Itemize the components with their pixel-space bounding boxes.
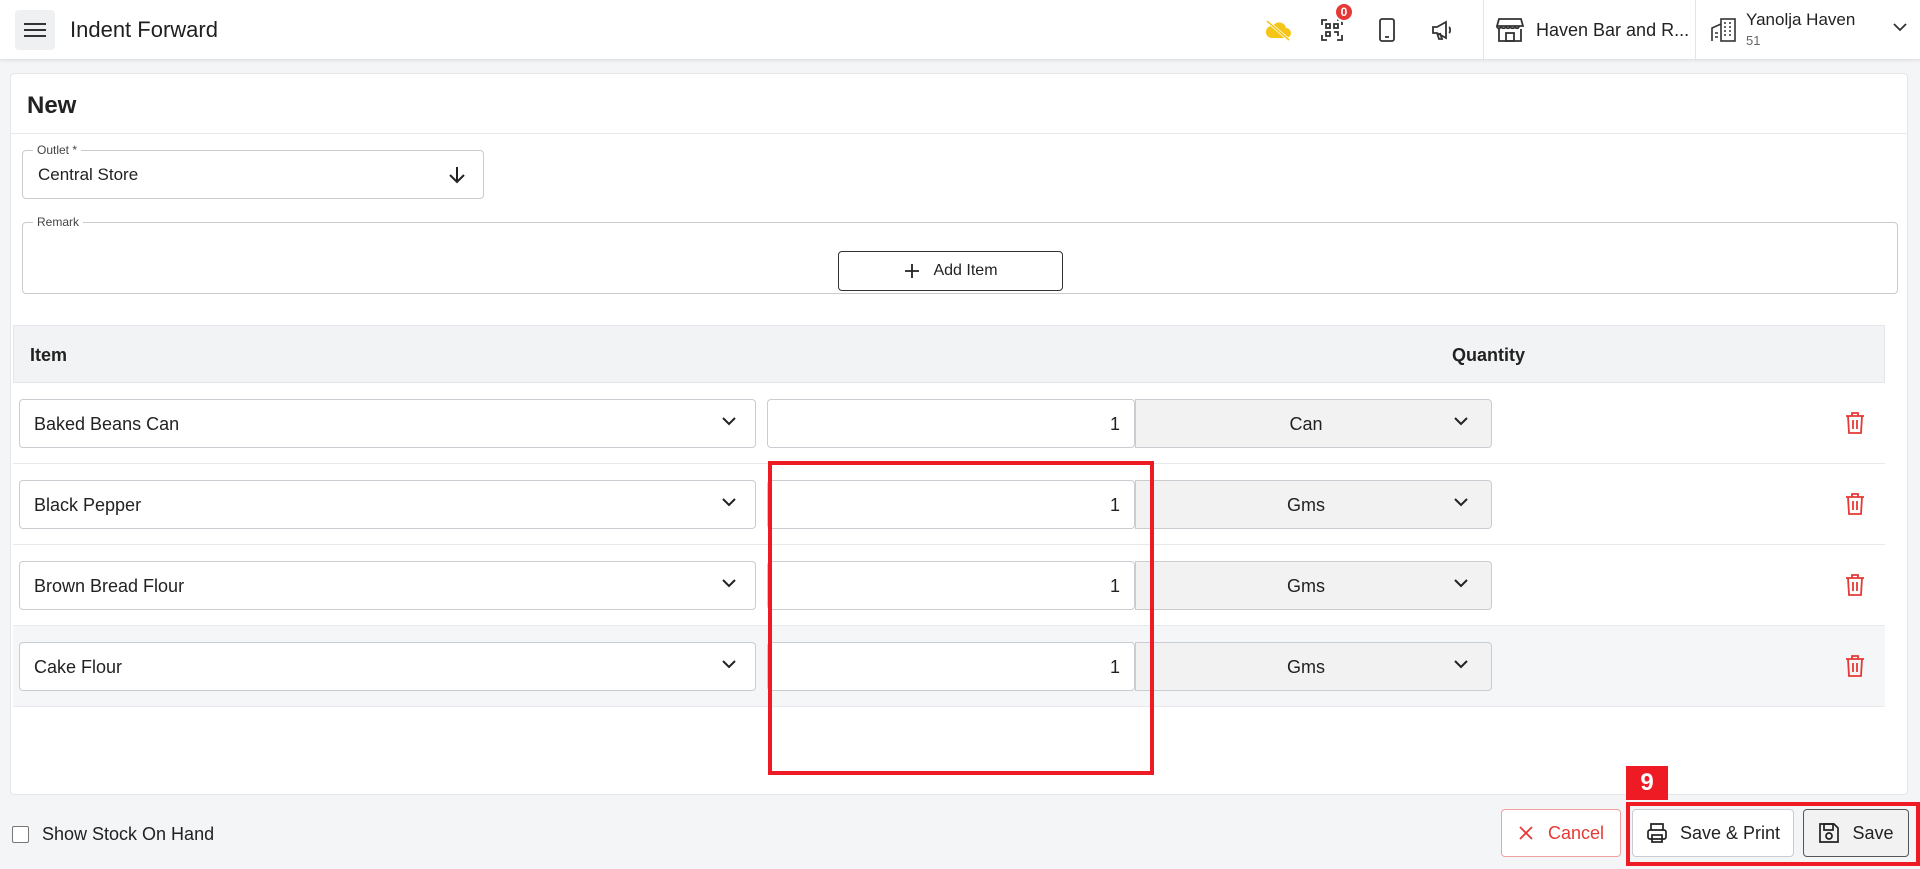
building-icon [1711,18,1736,42]
show-stock-checkbox[interactable] [12,826,29,843]
top-bar: Indent Forward 0 Haven Bar and R... Yano… [0,0,1920,60]
chevron-down-icon [1454,498,1468,507]
items-table: Item Quantity Baked Beans Can 1 Can Blac… [13,325,1885,707]
divider [1483,0,1484,60]
save-label: Save [1852,822,1894,843]
item-select[interactable]: Cake Flour [19,642,756,691]
item-name: Baked Beans Can [34,414,180,434]
table-row: Cake Flour 1 Gms [13,626,1885,707]
megaphone-icon[interactable] [1426,14,1458,46]
close-icon [1519,826,1533,840]
divider [1695,0,1696,60]
plus-icon [905,264,920,278]
save-and-print-button[interactable]: Save & Print [1632,809,1794,857]
qr-scan-icon[interactable]: 0 [1316,2,1354,46]
printer-icon [1647,823,1667,843]
outlet-select[interactable]: Outlet * Central Store [22,143,484,199]
show-stock-label: Show Stock On Hand [42,824,215,844]
quantity-input[interactable]: 1 [767,480,1135,529]
unit-label: Gms [1287,495,1325,515]
chevron-down-icon [1454,660,1468,669]
delete-icon[interactable] [1844,411,1866,435]
save-button[interactable]: Save [1803,809,1909,857]
chevron-down-icon [722,660,736,669]
table-row: Black Pepper 1 Gms [13,464,1885,545]
item-name: Brown Bread Flour [34,576,185,596]
delete-icon[interactable] [1844,654,1866,678]
unit-label: Can [1289,414,1323,434]
outlet-label: Outlet * [33,143,82,157]
page-title: Indent Forward [70,17,218,42]
chevron-down-icon [722,498,736,507]
unit-select[interactable]: Gms [1135,561,1492,610]
outlet-switcher[interactable]: Haven Bar and R... [1496,14,1689,46]
cancel-button[interactable]: Cancel [1501,809,1621,857]
chevron-down-icon [1454,417,1468,426]
form-heading: New [11,74,1907,134]
user-name: Yanolja Haven [1746,10,1856,29]
quantity-input[interactable]: 1 [767,642,1135,691]
table-row: Baked Beans Can 1 Can [13,383,1885,464]
chevron-down-icon [722,417,736,426]
save-and-print-label: Save & Print [1679,822,1781,843]
unit-label: Gms [1287,576,1325,596]
chevron-down-icon [1893,23,1907,32]
table-header: Item Quantity [13,325,1885,383]
chevron-down-icon [1454,579,1468,588]
user-menu[interactable]: Yanolja Haven 51 [1708,8,1908,52]
item-select[interactable]: Baked Beans Can [19,399,756,448]
item-name: Cake Flour [34,657,123,677]
cancel-label: Cancel [1547,822,1605,843]
mobile-phone-icon[interactable] [1371,14,1403,46]
quantity-input[interactable]: 1 [767,561,1135,610]
delete-icon[interactable] [1844,573,1866,597]
delete-icon[interactable] [1844,492,1866,516]
add-item-label: Add Item [933,262,998,279]
quantity-input[interactable]: 1 [767,399,1135,448]
notification-badge: 0 [1334,2,1354,22]
outlet-name: Haven Bar and R... [1536,19,1690,40]
column-header-quantity: Quantity [1452,345,1526,365]
add-item-button[interactable]: Add Item [838,251,1063,291]
chevron-down-icon [722,579,736,588]
hamburger-menu-icon[interactable] [15,10,55,50]
remark-label: Remark [33,215,84,229]
floppy-disk-icon [1819,823,1840,843]
unit-select[interactable]: Gms [1135,642,1492,691]
table-row: Brown Bread Flour 1 Gms [13,545,1885,626]
cloud-off-icon[interactable] [1262,14,1294,46]
annotation-tag: 9 [1626,766,1668,800]
outlet-value: Central Store [38,165,139,184]
unit-select[interactable]: Can [1135,399,1492,448]
item-select[interactable]: Black Pepper [19,480,756,529]
unit-label: Gms [1287,657,1325,677]
unit-select[interactable]: Gms [1135,480,1492,529]
column-header-item: Item [30,345,68,365]
item-name: Black Pepper [34,495,142,515]
arrow-down-icon [449,167,465,184]
store-icon [1496,18,1524,42]
user-subtitle: 51 [1746,33,1761,48]
item-select[interactable]: Brown Bread Flour [19,561,756,610]
